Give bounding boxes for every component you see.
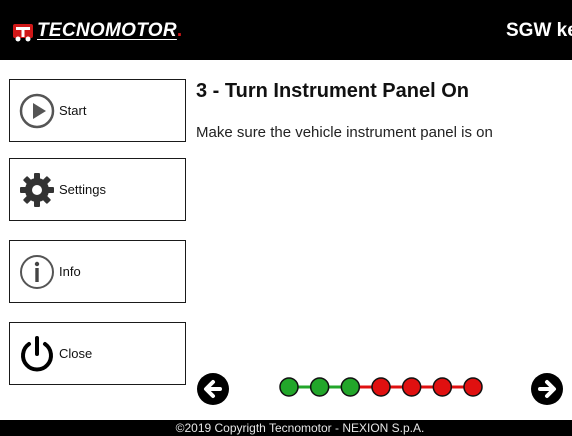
progress-step-dot [371,377,391,397]
settings-label: Settings [59,182,106,197]
info-button[interactable]: Info [9,240,186,303]
info-label: Info [59,264,81,279]
progress-step-dot [463,377,483,397]
arrow-right-icon [531,373,563,405]
logo-mark-icon [12,20,34,42]
progress-step-dot [309,377,330,397]
arrow-left-icon [197,373,229,405]
start-button[interactable]: Start [9,79,186,142]
info-icon [17,252,57,292]
gear-icon [17,170,57,210]
progress-step-dot [340,377,361,397]
power-icon [17,334,57,374]
close-label: Close [59,346,93,361]
close-button[interactable]: Close [9,322,186,385]
step-heading: 3 - Turn Instrument Panel On [196,80,469,102]
step-description: Make sure the vehicle instrument panel i… [196,124,493,141]
progress-step-dot [279,377,299,397]
logo-text: TECNOMOTOR [37,20,177,41]
footer-copyright: ©2019 Copyrigth Tecnomotor - NEXION S.p.… [0,420,572,436]
app-title: SGW key [506,20,572,41]
settings-button[interactable]: Settings [9,158,186,221]
step-progress-indicator [279,377,483,397]
progress-step-dot [432,377,453,397]
back-button[interactable] [196,372,230,406]
tecnomotor-logo: TECNOMOTOR. [12,18,182,44]
start-label: Start [59,103,87,118]
logo-dot: . [176,20,183,41]
header-bar: TECNOMOTOR. SGW key [0,0,572,60]
play-icon [17,91,57,131]
next-button[interactable] [530,372,564,406]
progress-step-dot [401,377,422,397]
